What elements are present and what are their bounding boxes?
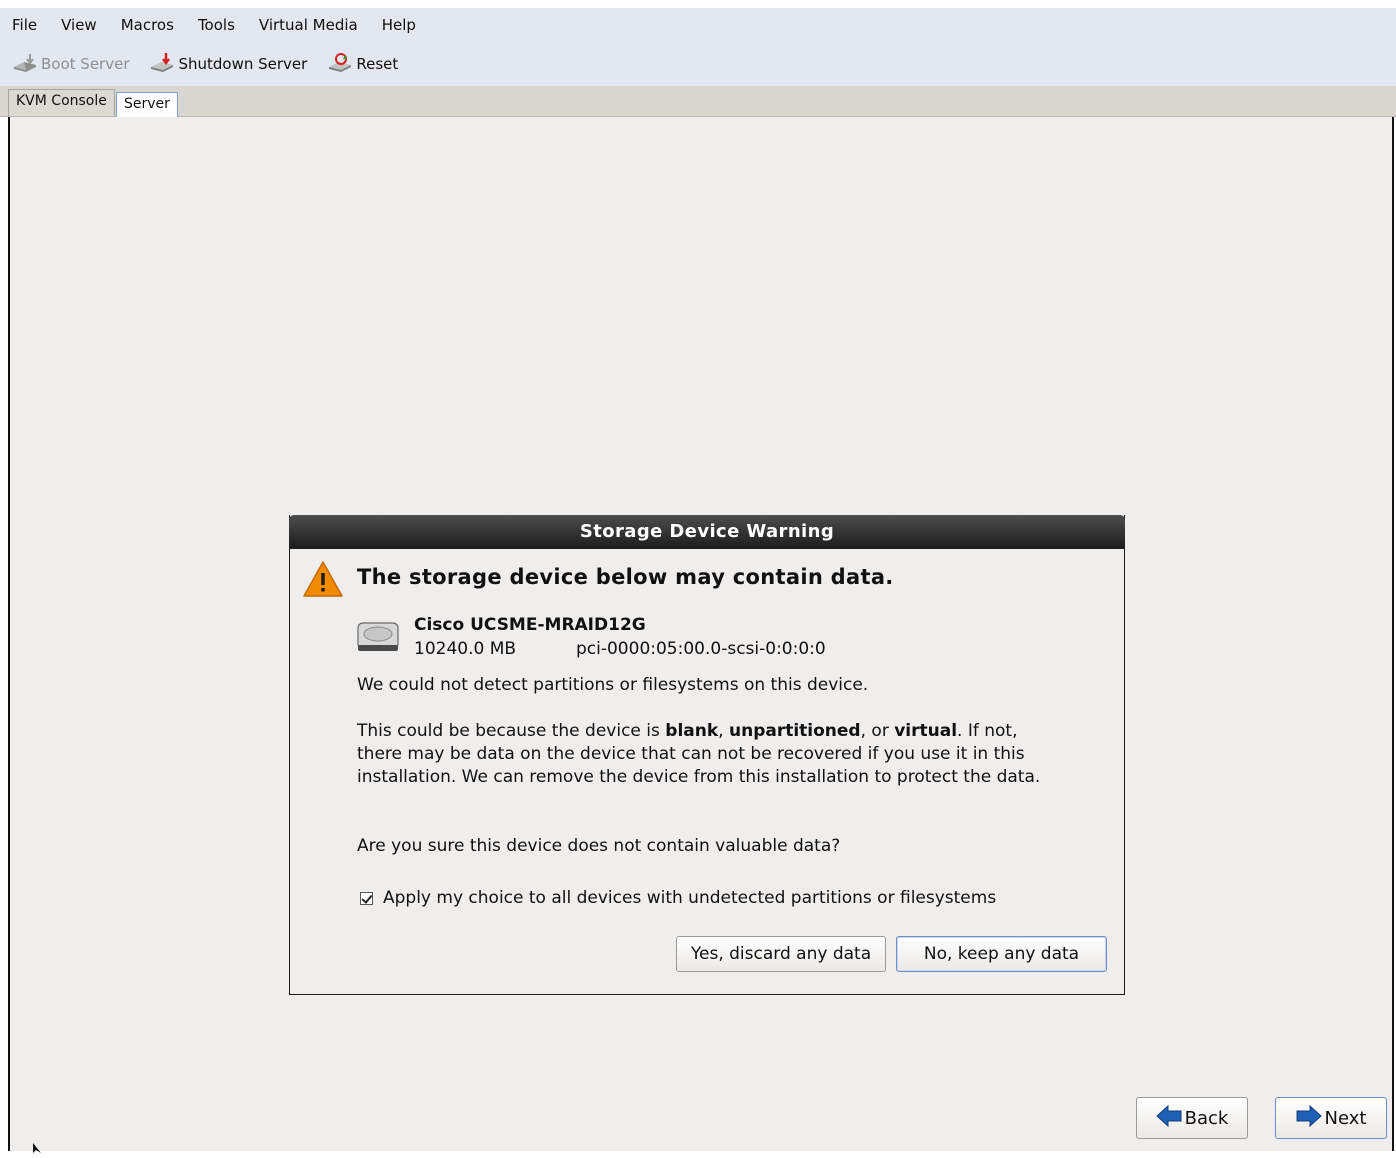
storage-warning-dialog: Storage Device Warning The storage devic… [289, 515, 1125, 995]
tab-kvm-console[interactable]: KVM Console [8, 89, 115, 116]
menu-tools[interactable]: Tools [186, 8, 247, 42]
boot-server-icon [12, 52, 41, 76]
menu-file[interactable]: File [0, 8, 49, 42]
device-path: pci-0000:05:00.0-scsi-0:0:0:0 [576, 639, 826, 659]
word-virtual: virtual [894, 721, 958, 741]
shutdown-icon [149, 52, 178, 76]
dialog-title: Storage Device Warning [289, 515, 1125, 549]
message-explanation-pre: This could be because the device is [357, 721, 666, 741]
separator-1: , [718, 721, 729, 741]
hard-disk-icon [356, 621, 400, 659]
next-button[interactable]: Next [1275, 1097, 1387, 1139]
shutdown-server-label: Shutdown Server [178, 55, 308, 73]
tab-bar: KVM Console Server [0, 86, 1396, 117]
device-size: 10240.0 MB [414, 639, 517, 659]
message-explanation: This could be because the device is blan… [357, 720, 1047, 789]
separator-2: , or [860, 721, 895, 741]
apply-all-label[interactable]: Apply my choice to all devices with unde… [383, 888, 996, 908]
device-name: Cisco UCSME-MRAID12G [414, 615, 646, 635]
tab-server[interactable]: Server [116, 92, 178, 117]
reset-label: Reset [356, 55, 399, 73]
menu-view[interactable]: View [49, 8, 109, 42]
shutdown-server-button[interactable]: Shutdown Server [149, 52, 307, 76]
next-label: Next [1324, 1107, 1367, 1129]
toolbar: Boot Server Shutdown Server Reset [0, 42, 1396, 86]
word-blank: blank [665, 721, 719, 741]
back-button[interactable]: Back [1136, 1097, 1248, 1139]
reset-button[interactable]: Reset [327, 52, 398, 76]
menu-help[interactable]: Help [370, 8, 428, 42]
menu-bar: File View Macros Tools Virtual Media Hel… [0, 8, 1396, 42]
window-top-strip [0, 0, 1396, 8]
yes-discard-button[interactable]: Yes, discard any data [676, 936, 886, 972]
warning-icon [302, 559, 344, 603]
back-label: Back [1184, 1107, 1229, 1129]
message-no-partitions: We could not detect partitions or filesy… [357, 675, 869, 695]
reset-icon [327, 52, 356, 76]
menu-virtual-media[interactable]: Virtual Media [247, 8, 370, 42]
dialog-headline: The storage device below may contain dat… [357, 565, 894, 589]
mouse-pointer-icon [32, 1139, 46, 1158]
apply-all-row[interactable]: Apply my choice to all devices with unde… [360, 888, 996, 908]
menu-macros[interactable]: Macros [109, 8, 186, 42]
next-arrow-icon [1296, 1104, 1325, 1132]
message-confirm-question: Are you sure this device does not contai… [357, 836, 841, 856]
word-unpartitioned: unpartitioned [728, 721, 861, 741]
kvm-console-screen[interactable]: Storage Device Warning The storage devic… [8, 117, 1394, 1153]
boot-server-button[interactable]: Boot Server [12, 52, 129, 76]
no-keep-button[interactable]: No, keep any data [896, 936, 1107, 972]
apply-all-checkbox[interactable] [360, 891, 373, 905]
boot-server-label: Boot Server [41, 55, 130, 73]
back-arrow-icon [1155, 1104, 1185, 1132]
